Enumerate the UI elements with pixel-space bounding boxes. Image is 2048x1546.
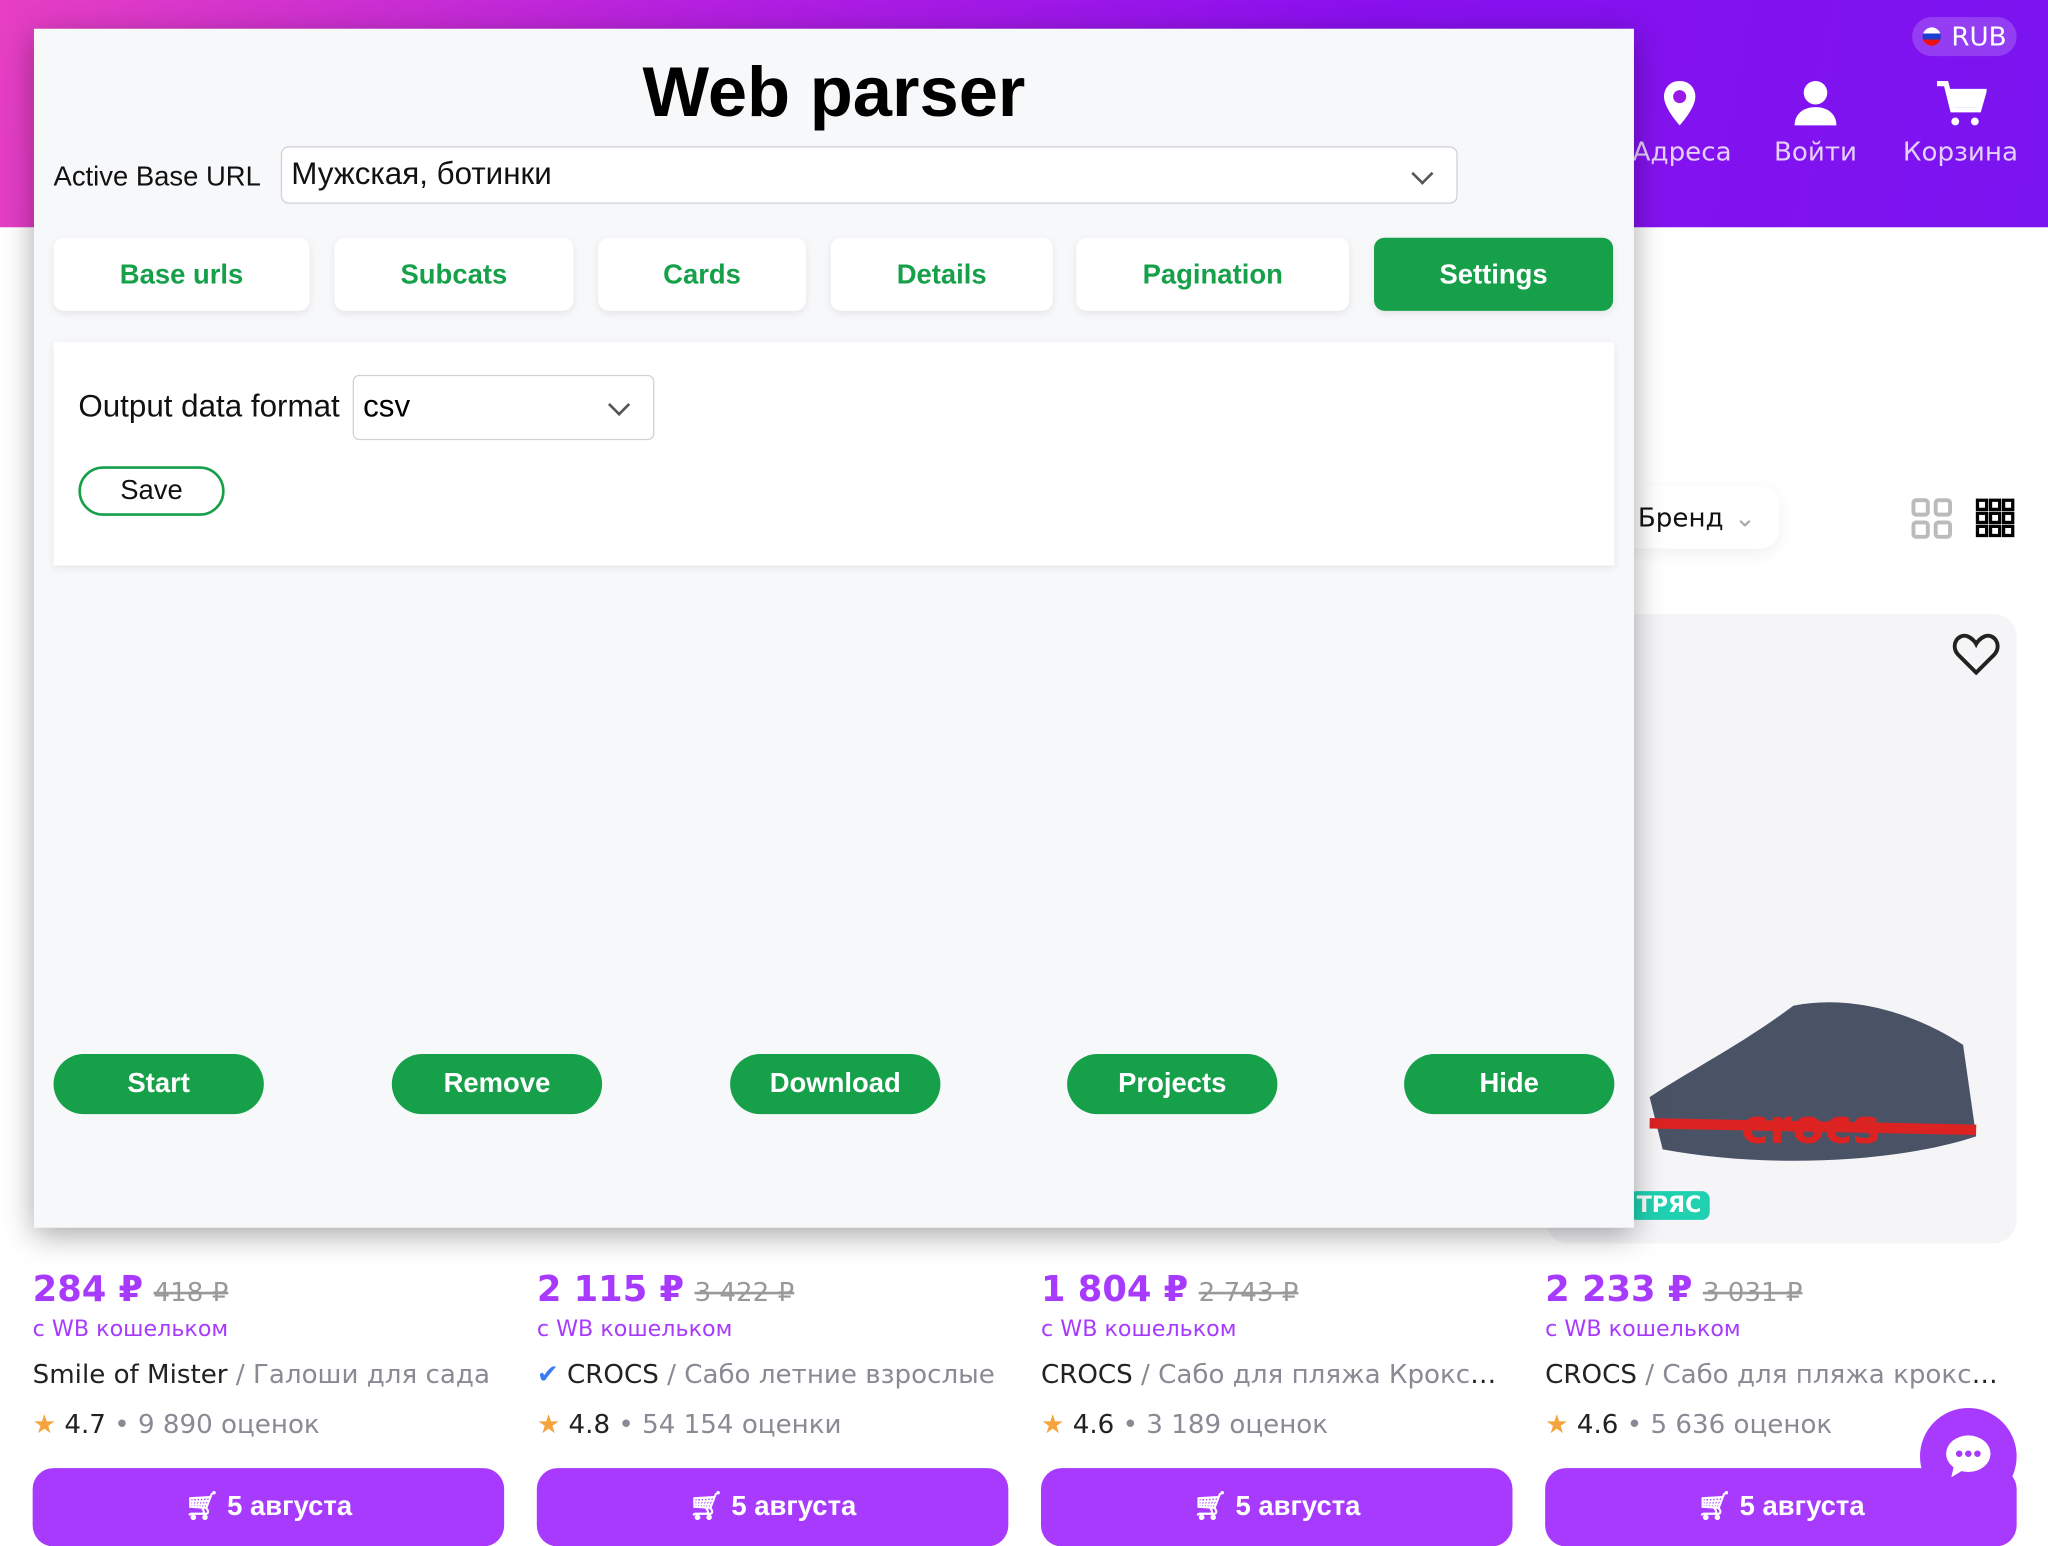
wallet-note: с WB кошельком: [1040, 1316, 1237, 1343]
product-name[interactable]: ✔ CROCS / Сабо летние взрослые: [537, 1358, 1007, 1389]
brand-filter[interactable]: Бренд ⌄: [1619, 485, 1779, 549]
tab-subcats[interactable]: Subcats: [334, 237, 574, 311]
settings-section: Output data format csv Save: [53, 342, 1615, 566]
chevron-down-icon: ⌄: [1734, 501, 1756, 533]
grid-small-icon[interactable]: [1975, 498, 2017, 540]
save-button[interactable]: Save: [78, 466, 225, 516]
product-price: 1 804 ₽2 743 ₽: [1040, 1269, 1299, 1311]
add-to-cart-button[interactable]: 🛒︎ 5 августа: [536, 1468, 1009, 1546]
remove-button[interactable]: Remove: [391, 1054, 603, 1115]
projects-button[interactable]: Projects: [1067, 1054, 1278, 1115]
russia-flag-icon: [1922, 27, 1941, 46]
tab-base-urls[interactable]: Base urls: [53, 237, 310, 311]
wallet-note: с WB кошельком: [32, 1316, 229, 1343]
svg-text:crocs: crocs: [1741, 1100, 1880, 1155]
add-to-cart-button[interactable]: 🛒︎ 5 августа: [32, 1468, 505, 1546]
heart-icon[interactable]: [1952, 632, 2000, 676]
star-icon: ★: [32, 1407, 57, 1440]
location-pin-icon: [1663, 80, 1696, 126]
wallet-note: с WB кошельком: [1545, 1316, 1741, 1343]
star-icon: ★: [1545, 1407, 1569, 1440]
grid-large-icon[interactable]: [1911, 498, 1953, 540]
wallet-note: с WB кошельком: [536, 1316, 733, 1343]
old-price: 3 422 ₽: [694, 1276, 795, 1308]
old-price: 3 031 ₽: [1702, 1276, 1803, 1308]
product-rating: ★ 4.8 • 54 154 оценки: [536, 1407, 842, 1440]
nav-login[interactable]: Войти: [1771, 78, 1860, 167]
chat-button[interactable]: [1919, 1407, 2017, 1505]
product-name[interactable]: CROCS / Сабо для пляжа кроксы ...: [1545, 1358, 2015, 1389]
tab-details[interactable]: Details: [830, 237, 1053, 311]
star-icon: ★: [1040, 1407, 1065, 1440]
cart-icon: [1936, 80, 1987, 126]
promo-badge: ТРЯС: [1628, 1191, 1710, 1220]
tab-cards[interactable]: Cards: [598, 237, 806, 311]
base-url-select[interactable]: Мужская, ботинки: [280, 146, 1458, 204]
start-button[interactable]: Start: [53, 1054, 264, 1115]
cart-icon: 🛒︎: [688, 1491, 724, 1522]
product-name[interactable]: CROCS / Сабо для пляжа Кроксы ...: [1041, 1358, 1511, 1389]
product-price: 2 115 ₽3 422 ₽: [536, 1269, 795, 1311]
verified-icon: ✔: [536, 1358, 568, 1390]
product-price: 284 ₽418 ₽: [32, 1269, 229, 1311]
output-format-select[interactable]: csv: [352, 374, 655, 441]
product-rating: ★ 4.6 • 3 189 оценок: [1040, 1407, 1329, 1440]
download-button[interactable]: Download: [730, 1054, 941, 1115]
chevron-down-icon: [1411, 162, 1434, 185]
chevron-down-icon: [608, 393, 631, 416]
user-icon: [1794, 80, 1837, 126]
old-price: 2 743 ₽: [1198, 1276, 1299, 1308]
chat-icon: [1946, 1435, 1991, 1478]
product-name[interactable]: Smile of Mister / Галоши для сада: [33, 1358, 503, 1389]
crocs-clog-image: crocs: [1649, 1002, 1977, 1161]
product-rating: ★ 4.6 • 5 636 оценок: [1545, 1407, 1833, 1440]
nav-cart[interactable]: Корзина: [1902, 78, 2020, 167]
web-parser-panel: Web parser Active Base URL Мужская, боти…: [33, 28, 1634, 1228]
cart-icon: 🛒︎: [184, 1491, 220, 1522]
currency-button[interactable]: RUB: [1912, 16, 2017, 57]
tab-pagination[interactable]: Pagination: [1076, 237, 1350, 311]
product-price: 2 233 ₽3 031 ₽: [1545, 1269, 1803, 1311]
tab-settings[interactable]: Settings: [1374, 237, 1614, 311]
panel-title: Web parser: [642, 53, 1026, 132]
cart-icon: 🛒︎: [1697, 1491, 1733, 1522]
star-icon: ★: [536, 1407, 561, 1440]
old-price: 418 ₽: [153, 1276, 229, 1308]
product-rating: ★ 4.7 • 9 890 оценок: [32, 1407, 320, 1440]
nav-addresses[interactable]: Адреса: [1633, 78, 1732, 167]
add-to-cart-button[interactable]: 🛒︎ 5 августа: [1040, 1468, 1513, 1546]
cart-icon: 🛒︎: [1193, 1491, 1228, 1522]
base-url-label: Active Base URL: [53, 161, 261, 192]
hide-button[interactable]: Hide: [1404, 1054, 1615, 1115]
output-format-label: Output data format: [78, 389, 340, 425]
